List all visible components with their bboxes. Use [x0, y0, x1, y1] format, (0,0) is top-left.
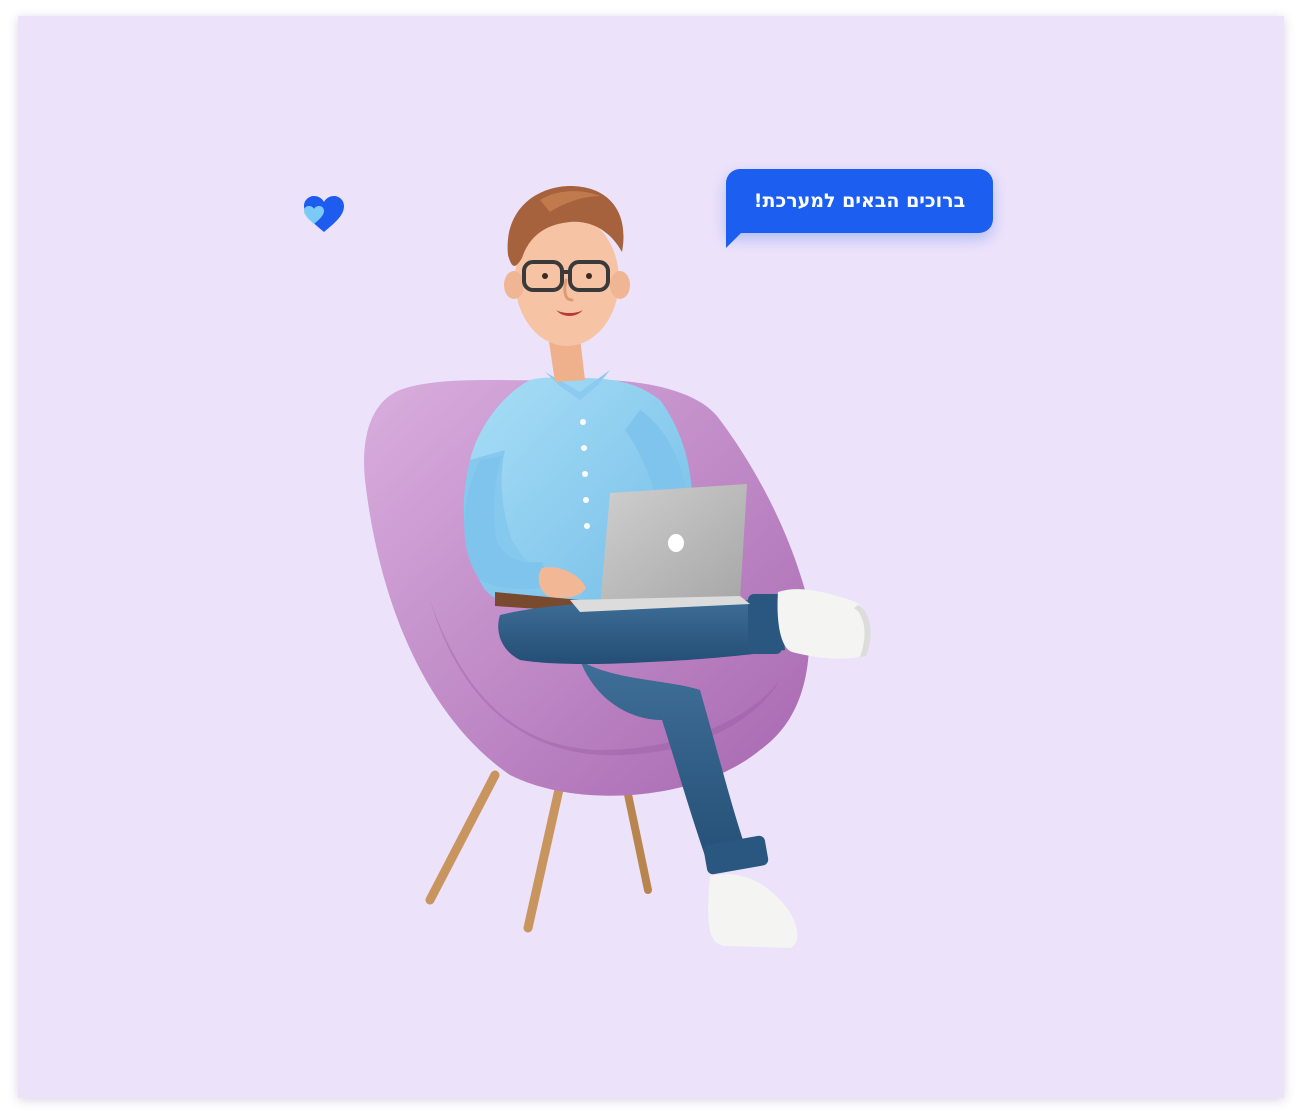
welcome-speech-bubble: ברוכים הבאים למערכת! [726, 169, 993, 248]
man-in-armchair-illustration [364, 185, 871, 948]
head [504, 185, 630, 346]
welcome-message: ברוכים הבאים למערכת! [753, 190, 966, 212]
chair-legs [425, 766, 716, 933]
